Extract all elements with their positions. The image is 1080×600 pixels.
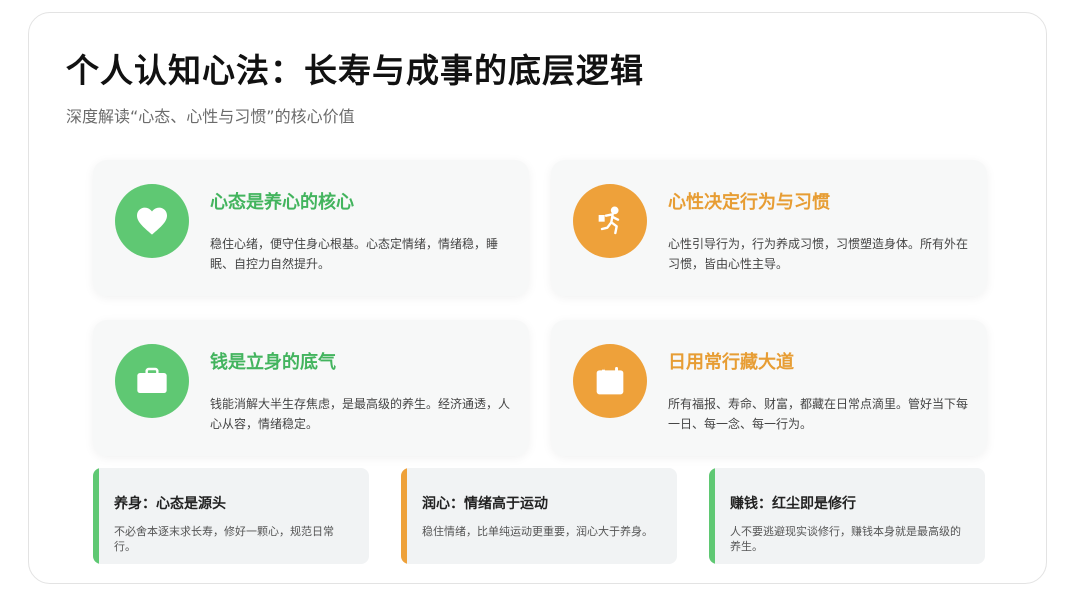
note-nourish-body: 养身：心态是源头 不必舍本逐末求长寿，修好一颗心，规范日常行。	[93, 468, 369, 564]
card-character: 心性决定行为与习惯 心性引导行为，行为养成习惯，习惯塑造身体。所有外在习惯，皆由…	[551, 160, 987, 296]
card-money: 钱是立身的底气 钱能消解大半生存焦虑，是最高级的养生。经济通透，人心从容，情绪稳…	[93, 320, 529, 456]
card-mindset: 心态是养心的核心 稳住心绪，便守住身心根基。心态定情绪，情绪稳，睡眠、自控力自然…	[93, 160, 529, 296]
card-body: 钱能消解大半生存焦虑，是最高级的养生。经济通透，人心从容，情绪稳定。	[210, 397, 511, 431]
accent-bar	[401, 468, 407, 564]
accent-bar	[93, 468, 99, 564]
note-nourish-heart: 润心：情绪高于运动 稳住情绪，比单纯运动更重要，润心大于养身。	[401, 468, 677, 564]
card-title: 日用常行藏大道	[668, 352, 794, 373]
calendar-icon	[573, 344, 647, 418]
card-daily-way: 日用常行藏大道 所有福报、寿命、财富，都藏在日常点滴里。管好当下每一日、每一念、…	[551, 320, 987, 456]
card-title: 心态是养心的核心	[210, 192, 354, 213]
wallet-icon	[115, 344, 189, 418]
heart-icon	[115, 184, 189, 258]
card-body: 稳住心绪，便守住身心根基。心态定情绪，情绪稳，睡眠、自控力自然提升。	[210, 237, 499, 271]
card-title: 心性决定行为与习惯	[668, 192, 830, 213]
note-title: 养身：心态是源头	[114, 496, 226, 512]
page-title: 个人认知心法：长寿与成事的底层逻辑	[66, 51, 644, 90]
note-earn-money: 赚钱：红尘即是修行 人不要逃避现实谈修行，赚钱本身就是最高级的养生。	[709, 468, 985, 564]
accent-bar	[709, 468, 715, 564]
note-body: 人不要逃避现实谈修行，赚钱本身就是最高级的养生。	[730, 525, 961, 553]
note-title: 润心：情绪高于运动	[422, 496, 548, 512]
note-body: 不必舍本逐末求长寿，修好一颗心，规范日常行。	[114, 525, 334, 553]
note-title: 赚钱：红尘即是修行	[730, 496, 856, 512]
card-title: 钱是立身的底气	[210, 352, 336, 373]
card-body: 所有福报、寿命、财富，都藏在日常点滴里。管好当下每一日、每一念、每一行为。	[668, 397, 969, 431]
page-subtitle: 深度解读“心态、心性与习惯”的核心价值	[66, 107, 355, 126]
card-body: 心性引导行为，行为养成习惯，习惯塑造身体。所有外在习惯，皆由心性主导。	[668, 237, 969, 271]
note-body: 稳住情绪，比单纯运动更重要，润心大于养身。	[422, 525, 653, 538]
running-person-icon	[573, 184, 647, 258]
